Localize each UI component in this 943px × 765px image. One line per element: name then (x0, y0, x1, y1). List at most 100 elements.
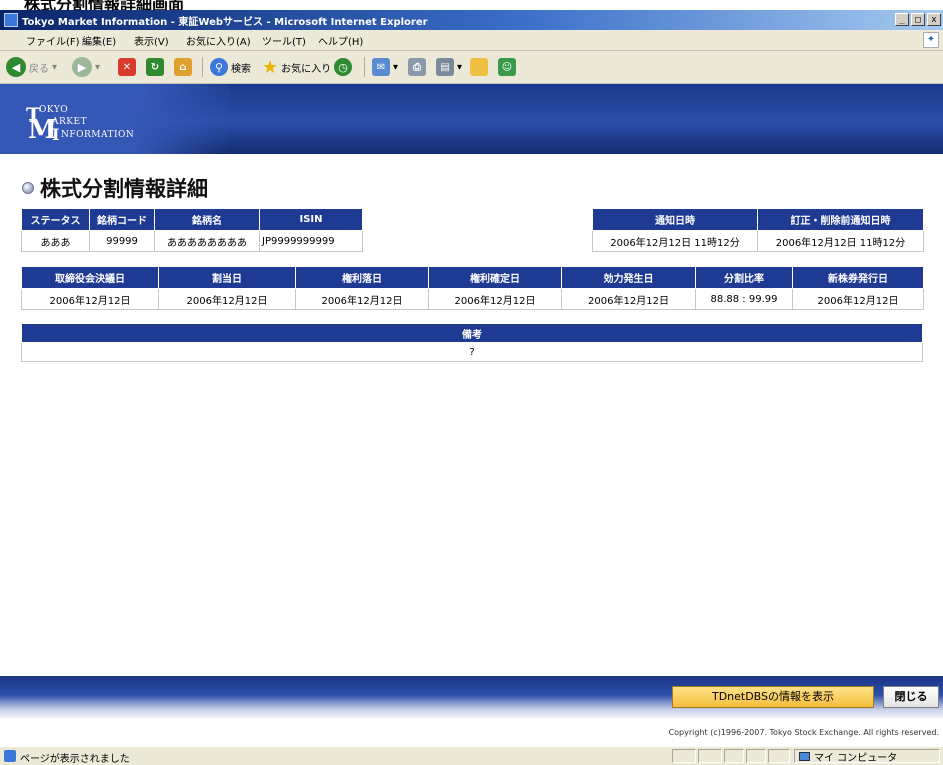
window-controls: _ □ x (895, 13, 941, 26)
status-pane (672, 749, 696, 763)
back-arrow-icon: ◀ (6, 57, 26, 77)
site-header: T OKYO M ARKET I NFORMATION (0, 84, 943, 154)
table-header-row: 取締役会決議日 割当日 権利落日 権利確定日 効力発生日 分割比率 新株券発行日 (21, 266, 924, 289)
status-text: ページが表示されました (20, 754, 130, 765)
security-zone: マイ コンピュータ (794, 749, 940, 764)
split-dates-table: 取締役会決議日 割当日 権利落日 権利確定日 効力発生日 分割比率 新株券発行日… (21, 266, 924, 310)
print-button[interactable]: ⎙ (408, 56, 426, 78)
page-caption-text: 株式分割情報詳細画面 (24, 0, 185, 10)
refresh-button[interactable]: ↻ (146, 56, 164, 78)
stop-button[interactable]: ✕ (118, 56, 136, 78)
back-dropdown-icon: ▾ (52, 61, 58, 73)
table-cell: 2006年12月12日 (295, 288, 429, 310)
history-button[interactable]: ◷ (334, 56, 352, 78)
table-header-row: 通知日時 訂正・削除前通知日時 (592, 208, 924, 231)
search-label: 検索 (231, 63, 251, 75)
menu-help[interactable]: ヘルプ(H) (318, 33, 363, 48)
table-cell: あああ (21, 230, 90, 252)
notification-table: 通知日時 訂正・削除前通知日時 2006年12月12日 11時12分 2006年… (592, 208, 924, 252)
table-header-row: 備考 (21, 323, 923, 343)
back-label: 戻る (29, 63, 49, 75)
table-cell: 2006年12月12日 (561, 288, 696, 310)
edit-dropdown-icon: ▾ (457, 61, 463, 73)
logo-letter-i: I (52, 125, 60, 144)
column-header: 新株券発行日 (792, 266, 924, 289)
refresh-icon: ↻ (146, 58, 164, 76)
table-row: あああ 99999 ああああああああ JP9999999999 (21, 230, 363, 252)
column-header: 通知日時 (592, 208, 758, 231)
table-cell: ああああああああ (154, 230, 260, 252)
table-cell: 2006年12月12日 (792, 288, 924, 310)
mail-dropdown-icon: ▾ (393, 61, 399, 73)
history-icon: ◷ (334, 58, 352, 76)
browser-toolbar: ◀ 戻る ▾ ▶ ▾ ✕ ↻ ⌂ ⚲ 検索 ★ お気に入り ◷ ✉ ▾ ⎙ ▤ … (0, 51, 943, 84)
status-pane (746, 749, 766, 763)
table-row: ? (21, 342, 923, 362)
table-cell: 2006年12月12日 11時12分 (592, 230, 758, 252)
forward-dropdown-icon: ▾ (95, 61, 101, 73)
remarks-cell: ? (21, 342, 923, 362)
menu-bar: ファイル(F) 編集(E) 表示(V) お気に入り(A) ツール(T) ヘルプ(… (0, 30, 943, 51)
windows-logo-icon: ✦ (923, 32, 939, 48)
logo-okyo: OKYO (39, 105, 69, 115)
menu-edit[interactable]: 編集(E) (82, 33, 116, 48)
column-header: 権利確定日 (428, 266, 562, 289)
tdnet-info-button[interactable]: TDnetDBSの情報を表示 (672, 686, 874, 708)
folder-button[interactable] (470, 56, 488, 78)
column-header: ISIN (259, 208, 363, 231)
column-header: 効力発生日 (561, 266, 696, 289)
menu-view[interactable]: 表示(V) (134, 33, 169, 48)
messenger-icon: ☺ (498, 58, 516, 76)
print-icon: ⎙ (408, 58, 426, 76)
bullet-icon (22, 182, 34, 194)
menu-tools[interactable]: ツール(T) (262, 33, 306, 48)
window-title: Tokyo Market Information - 東証Webサービス - M… (22, 17, 428, 28)
close-window-button[interactable]: x (927, 13, 941, 26)
forward-button[interactable]: ▶ ▾ (72, 56, 100, 78)
computer-icon (799, 751, 810, 761)
table-row: 2006年12月12日 2006年12月12日 2006年12月12日 2006… (21, 288, 924, 310)
menu-favorites[interactable]: お気に入り(A) (186, 33, 251, 48)
table-cell: 2006年12月12日 (428, 288, 562, 310)
forward-arrow-icon: ▶ (72, 57, 92, 77)
mail-icon: ✉ (372, 58, 390, 76)
table-header-row: ステータス 銘柄コード 銘柄名 ISIN (21, 208, 363, 231)
maximize-button[interactable]: □ (911, 13, 925, 26)
search-icon: ⚲ (210, 58, 228, 76)
column-header: 訂正・削除前通知日時 (757, 208, 924, 231)
page-icon (4, 750, 16, 762)
home-icon: ⌂ (174, 58, 192, 76)
edit-icon: ▤ (436, 58, 454, 76)
table-cell: 2006年12月12日 11時12分 (757, 230, 924, 252)
page-title: 株式分割情報詳細 (22, 173, 208, 203)
home-button[interactable]: ⌂ (174, 56, 192, 78)
column-header: 割当日 (158, 266, 296, 289)
search-button[interactable]: ⚲ 検索 (210, 56, 251, 78)
table-cell: 2006年12月12日 (21, 288, 159, 310)
table-row: 2006年12月12日 11時12分 2006年12月12日 11時12分 (592, 230, 924, 252)
status-pane (698, 749, 722, 763)
edit-button[interactable]: ▤ ▾ (436, 56, 462, 78)
minimize-button[interactable]: _ (895, 13, 909, 26)
status-pane (768, 749, 790, 763)
back-button[interactable]: ◀ 戻る ▾ (6, 56, 57, 78)
column-header: ステータス (21, 208, 90, 231)
star-icon: ★ (262, 56, 279, 78)
remarks-table: 備考 ? (21, 323, 923, 362)
table-cell: 88.88 : 99.99 (695, 288, 793, 310)
close-button[interactable]: 閉じる (883, 686, 939, 708)
favorites-button[interactable]: ★ お気に入り (262, 56, 331, 78)
menu-file[interactable]: ファイル(F) (26, 33, 80, 48)
logo-nformation: NFORMATION (61, 130, 135, 140)
stop-icon: ✕ (118, 58, 136, 76)
messenger-button[interactable]: ☺ (498, 56, 516, 78)
status-bar: ページが表示されました マイ コンピュータ (0, 746, 943, 765)
toolbar-separator (364, 57, 365, 77)
mail-button[interactable]: ✉ ▾ (372, 56, 398, 78)
folder-icon (470, 58, 488, 76)
page-title-text: 株式分割情報詳細 (40, 177, 208, 201)
table-cell: 99999 (89, 230, 155, 252)
column-header: 銘柄コード (89, 208, 155, 231)
column-header: 備考 (21, 323, 923, 343)
toolbar-separator (202, 57, 203, 77)
